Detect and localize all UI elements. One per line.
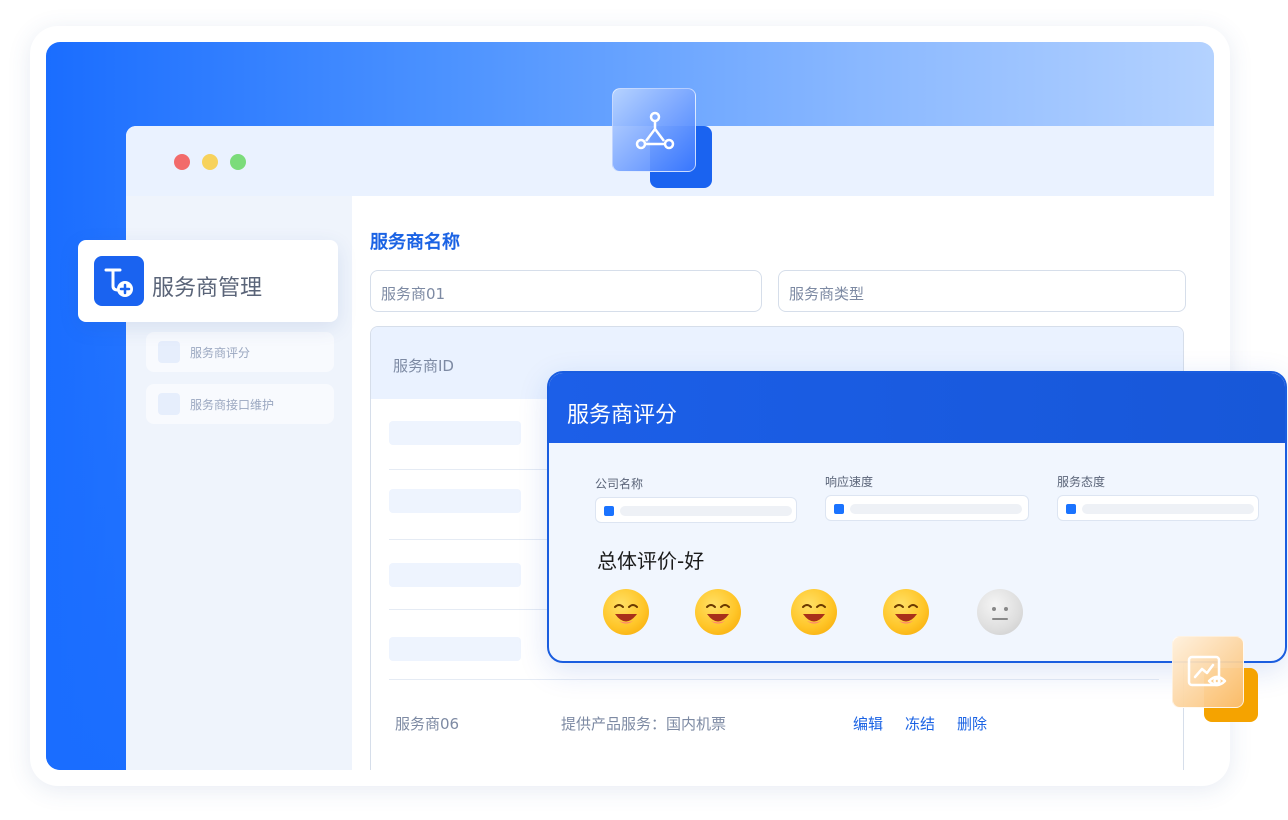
sidebar-header-card[interactable]: 服务商管理 <box>78 240 338 322</box>
provider-type-select[interactable]: 服务商类型 <box>778 270 1186 312</box>
provider-name-value: 服务商01 <box>381 285 446 303</box>
chart-eye-icon <box>1172 636 1244 708</box>
rating-panel: 服务商评分 公司名称 响应速度 服务态度 总体评价-好 <box>547 371 1287 663</box>
freeze-link[interactable]: 冻结 <box>905 713 935 734</box>
overall-rating-text: 总体评价-好 <box>597 549 705 573</box>
metric-label-company: 公司名称 <box>595 477 644 491</box>
sidebar-item-icon <box>158 341 180 363</box>
metric-label-attitude: 服务态度 <box>1057 475 1106 489</box>
row-provider-name: 服务商06 <box>395 715 460 733</box>
window-maximize-dot[interactable] <box>230 154 246 170</box>
sidebar-item-icon <box>158 393 180 415</box>
rating-panel-title: 服务商评分 <box>567 403 678 428</box>
metric-company-field[interactable] <box>595 497 797 523</box>
table-placeholder-cell <box>389 563 521 587</box>
sidebar-item-label: 服务商接口维护 <box>190 398 275 412</box>
metric-marker <box>604 506 614 516</box>
table-placeholder-cell <box>389 637 521 661</box>
sidebar-header-label: 服务商管理 <box>152 276 263 301</box>
table-placeholder-cell <box>389 421 521 445</box>
metric-marker <box>1066 504 1076 514</box>
service-add-icon <box>94 256 144 306</box>
sidebar-item-interface[interactable]: 服务商接口维护 <box>146 384 334 424</box>
provider-type-placeholder: 服务商类型 <box>789 285 865 303</box>
row-provider-service: 提供产品服务：国内机票 <box>561 715 727 733</box>
metric-bar <box>620 506 792 516</box>
sidebar-item-rating[interactable]: 服务商评分 <box>146 332 334 372</box>
delete-link[interactable]: 删除 <box>957 713 987 734</box>
row-divider <box>389 679 1159 680</box>
neutral-emoji-icon[interactable] <box>977 589 1023 635</box>
smile-emoji-icon[interactable] <box>695 589 741 635</box>
section-title: 服务商名称 <box>370 232 460 253</box>
edit-link[interactable]: 编辑 <box>853 713 883 734</box>
table-placeholder-cell <box>389 489 521 513</box>
sidebar-item-label: 服务商评分 <box>190 346 251 360</box>
network-nodes-icon <box>612 88 696 172</box>
window-minimize-dot[interactable] <box>202 154 218 170</box>
smile-emoji-icon[interactable] <box>791 589 837 635</box>
metric-bar <box>850 504 1022 514</box>
metric-marker <box>834 504 844 514</box>
smile-emoji-icon[interactable] <box>603 589 649 635</box>
metric-bar <box>1082 504 1254 514</box>
metric-response-field[interactable] <box>825 495 1029 521</box>
provider-name-input[interactable]: 服务商01 <box>370 270 762 312</box>
smile-emoji-icon[interactable] <box>883 589 929 635</box>
metric-attitude-field[interactable] <box>1057 495 1259 521</box>
window-close-dot[interactable] <box>174 154 190 170</box>
metric-label-response: 响应速度 <box>825 475 874 489</box>
column-header-id: 服务商ID <box>393 357 454 375</box>
rating-panel-header: 服务商评分 <box>549 373 1285 443</box>
